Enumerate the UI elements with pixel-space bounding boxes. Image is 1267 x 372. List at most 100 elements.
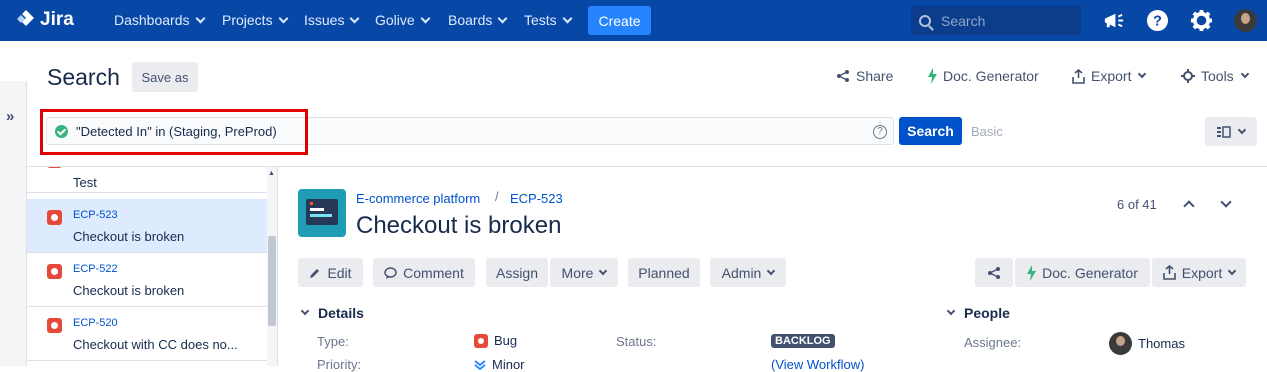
list-item[interactable]: ECP-522 Checkout is broken: [27, 253, 267, 307]
chevron-down-icon: [1227, 266, 1237, 275]
share-icon: [988, 266, 1000, 279]
scroll-up-arrow-icon[interactable]: ▲: [268, 170, 275, 177]
nav-issues[interactable]: Issues: [304, 12, 360, 28]
comment-button[interactable]: Comment: [373, 258, 475, 287]
nav-tests[interactable]: Tests: [524, 12, 573, 28]
nav-label: Projects: [222, 12, 273, 28]
bug-icon: [47, 318, 62, 333]
tools-label: Tools: [1201, 68, 1234, 84]
chevron-down-icon: [1240, 69, 1249, 79]
jira-logo-icon: [17, 10, 34, 26]
chevron-down-icon: [278, 13, 289, 23]
admin-dropdown[interactable]: Admin: [710, 258, 786, 287]
nav-projects[interactable]: Projects: [222, 12, 289, 28]
page-title: Search: [47, 64, 120, 90]
chevron-down-icon: [350, 13, 360, 23]
project-avatar[interactable]: [298, 189, 346, 237]
bug-icon: [47, 210, 62, 225]
more-dropdown[interactable]: More: [550, 258, 618, 287]
status-badge: BACKLOG: [771, 334, 835, 348]
avatar: [1109, 332, 1132, 355]
nav-boards[interactable]: Boards: [448, 12, 508, 28]
bug-icon: [47, 167, 62, 168]
nav-label: Tests: [524, 12, 557, 28]
edit-button[interactable]: Edit: [298, 258, 363, 287]
logo-text: Jira: [40, 9, 74, 30]
list-item[interactable]: Test: [27, 167, 267, 193]
list-view-icon: [1217, 125, 1231, 138]
type-label: Type:: [317, 334, 349, 349]
scrollbar-thumb[interactable]: [268, 236, 276, 326]
assign-button[interactable]: Assign: [486, 258, 548, 287]
breadcrumb-separator: /: [495, 189, 499, 204]
details-header: Details: [318, 305, 364, 321]
details-section-toggle[interactable]: Details: [300, 305, 364, 321]
share-issue-button[interactable]: [975, 258, 1013, 287]
nav-dashboards[interactable]: Dashboards: [114, 12, 205, 28]
status-label: Status:: [616, 334, 657, 349]
type-value-text: Bug: [494, 333, 518, 348]
export-upload-icon: [1072, 68, 1085, 84]
breadcrumb-project[interactable]: E-commerce platform: [356, 191, 480, 206]
lightning-bolt-icon: [1027, 264, 1037, 281]
bug-icon: [474, 333, 488, 348]
chevron-down-icon: [1138, 69, 1147, 79]
chevron-down-icon: [420, 13, 431, 23]
bug-icon: [47, 264, 62, 279]
nav-label: Golive: [375, 12, 415, 28]
list-item-selected[interactable]: ECP-523 Checkout is broken: [27, 199, 267, 253]
doc-generator-label: Doc. Generator: [943, 68, 1039, 84]
settings-gear-icon[interactable]: [1190, 9, 1213, 32]
layout-switcher-dropdown[interactable]: [1205, 117, 1257, 146]
chevron-down-icon: [767, 266, 776, 275]
gear-icon: [1181, 69, 1195, 83]
syntax-help-icon[interactable]: ?: [873, 125, 887, 139]
breadcrumb-issue-key[interactable]: ECP-523: [510, 191, 563, 206]
lightning-bolt-icon: [928, 68, 937, 84]
people-header: People: [964, 305, 1010, 321]
planned-transition-button[interactable]: Planned: [628, 258, 700, 287]
search-placeholder: Search: [941, 12, 986, 29]
nav-label: Dashboards: [114, 12, 190, 28]
next-issue-chevron-down-icon[interactable]: [1220, 196, 1232, 208]
list-item[interactable]: ECP-520 Checkout with CC does no...: [27, 307, 267, 361]
share-button[interactable]: Share: [836, 68, 893, 84]
issue-title[interactable]: Checkout is broken: [356, 212, 561, 240]
priority-value-text: Minor: [492, 357, 525, 372]
chevron-down-icon: [946, 306, 956, 316]
chevron-down-icon: [195, 13, 205, 23]
save-as-button[interactable]: Save as: [132, 62, 198, 92]
issue-export-dropdown[interactable]: Export: [1152, 258, 1246, 287]
jira-logo[interactable]: Jira: [16, 9, 74, 31]
notifications-megaphone-icon[interactable]: [1102, 9, 1125, 32]
previous-issue-chevron-up-icon[interactable]: [1183, 200, 1195, 212]
people-section-toggle[interactable]: People: [946, 305, 1010, 321]
list-item-key[interactable]: ECP-520: [73, 317, 118, 329]
svg-text:?: ?: [1153, 13, 1162, 29]
user-avatar[interactable]: [1234, 9, 1257, 32]
list-item-key[interactable]: ECP-523: [73, 209, 118, 221]
doc-generator-button[interactable]: Doc. Generator: [928, 68, 1039, 84]
admin-label: Admin: [721, 264, 762, 281]
search-button[interactable]: Search: [899, 117, 962, 145]
basic-mode-link[interactable]: Basic: [971, 124, 1003, 139]
help-icon[interactable]: ?: [1146, 9, 1169, 32]
export-dropdown[interactable]: Export: [1072, 68, 1147, 84]
nav-label: Boards: [448, 12, 493, 28]
tools-dropdown[interactable]: Tools: [1181, 68, 1249, 84]
list-item-summary: Checkout is broken: [73, 229, 185, 244]
list-item-key[interactable]: ECP-522: [73, 263, 118, 275]
expand-sidebar-icon[interactable]: »: [6, 108, 14, 125]
nav-label: Issues: [304, 12, 345, 28]
export-label: Export: [1181, 264, 1223, 281]
view-workflow-link[interactable]: (View Workflow): [771, 357, 864, 372]
issue-doc-generator-button[interactable]: Doc. Generator: [1015, 258, 1150, 287]
create-button[interactable]: Create: [588, 6, 651, 35]
nav-golive[interactable]: Golive: [375, 12, 431, 28]
assignee-value[interactable]: Thomas: [1109, 332, 1185, 355]
share-label: Share: [856, 68, 894, 84]
chevron-down-icon: [1237, 125, 1247, 134]
list-item-summary: Test: [73, 175, 97, 190]
highlight-annotation-box: [40, 109, 308, 155]
global-search-input[interactable]: Search: [911, 6, 1081, 35]
